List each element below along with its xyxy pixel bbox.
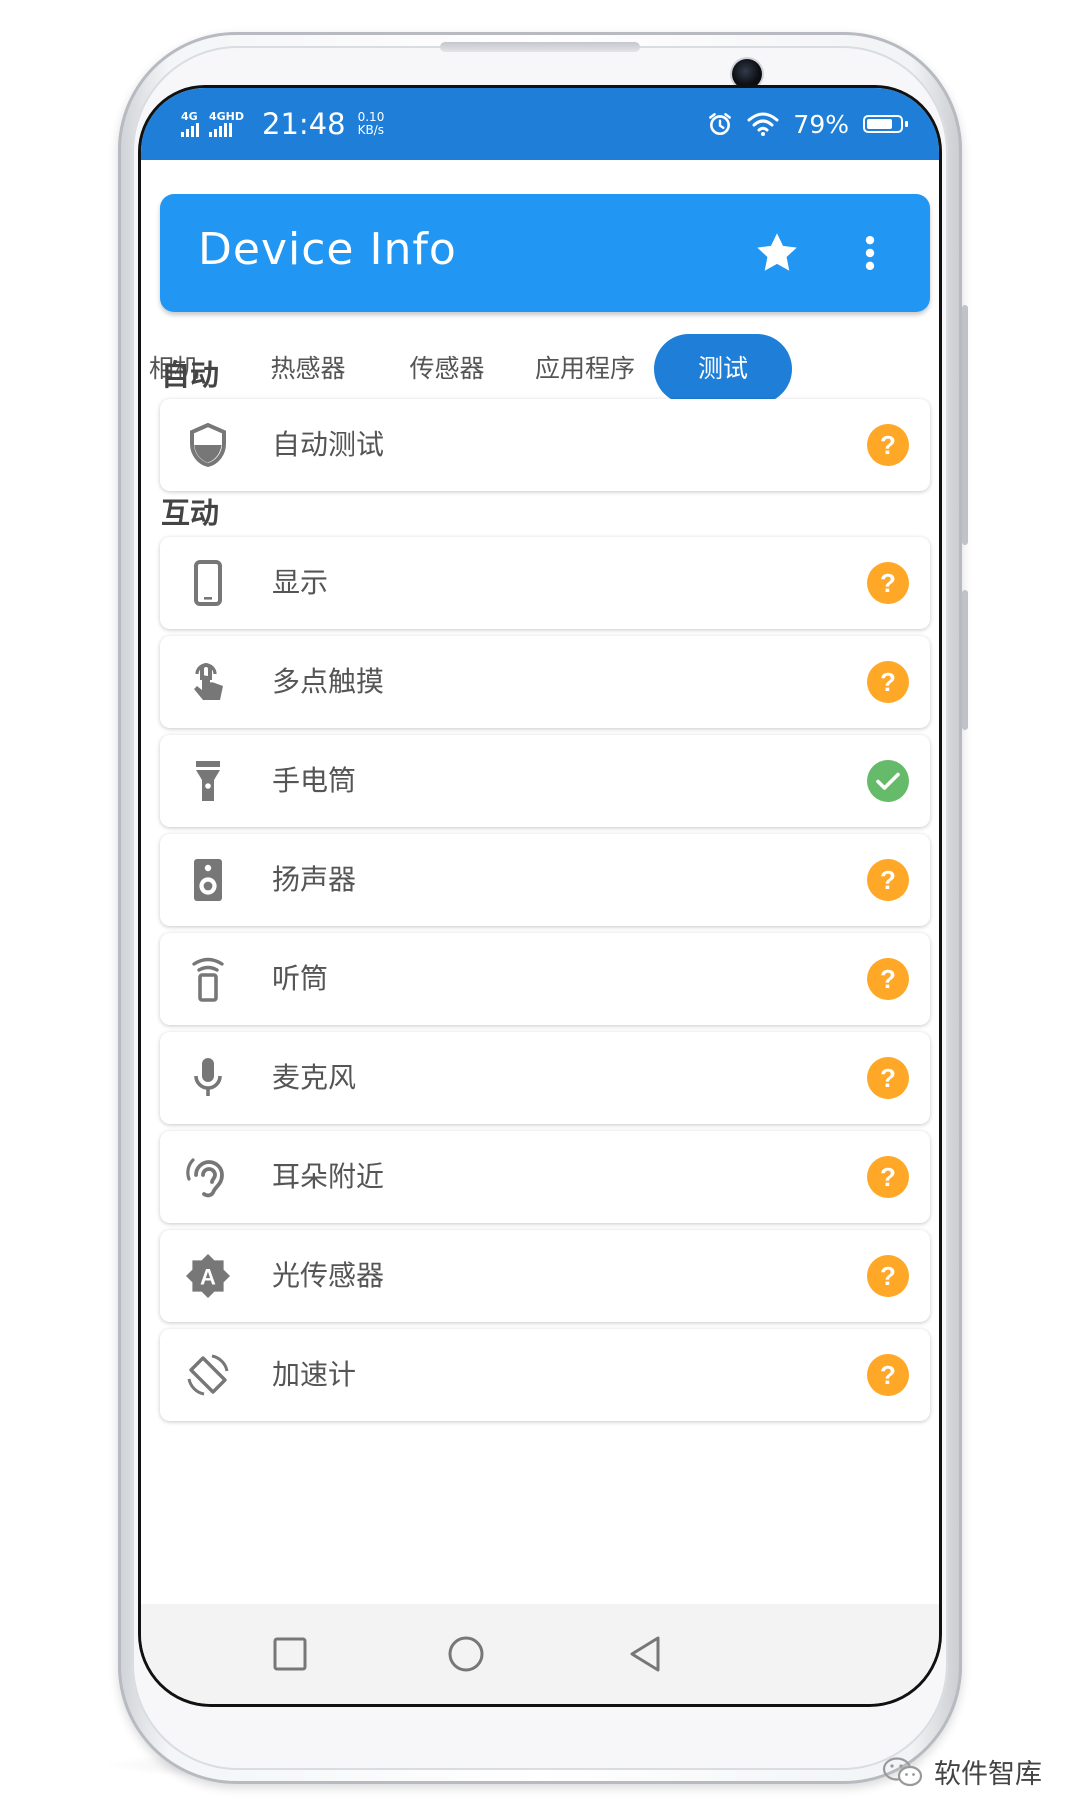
- screen-rotation-icon: [187, 1354, 229, 1396]
- sim1-label: 4G: [181, 110, 198, 123]
- status-bar: 4G 4GHD 21:48 0.10 KB/s 79%: [141, 88, 939, 160]
- svg-text:A: A: [200, 1264, 216, 1289]
- svg-text:?: ?: [880, 667, 896, 697]
- battery-percent: 79%: [793, 109, 849, 139]
- recents-square-icon[interactable]: [267, 1630, 315, 1678]
- test-item-microphone[interactable]: 麦克风 ?: [160, 1032, 930, 1124]
- tab-bar: 相机 热感器 传感器 应用程序 测试: [141, 334, 939, 404]
- test-item-accelerometer[interactable]: 加速计 ?: [160, 1329, 930, 1421]
- test-item-proximity[interactable]: 耳朵附近 ?: [160, 1131, 930, 1223]
- speaker-icon: [194, 859, 222, 901]
- help-circle-icon: ?: [867, 1156, 909, 1198]
- back-triangle-icon[interactable]: [622, 1630, 670, 1678]
- tab-sensors[interactable]: 传感器: [396, 334, 498, 404]
- help-circle-icon: ?: [867, 424, 909, 466]
- help-circle-icon: ?: [867, 859, 909, 901]
- test-item-auto-test[interactable]: 自动测试 ?: [160, 399, 930, 491]
- svg-text:?: ?: [880, 1063, 896, 1093]
- brightness-auto-icon: A: [186, 1254, 230, 1298]
- touch-icon: [194, 663, 223, 700]
- test-item-label: 耳朵附近: [272, 1160, 385, 1193]
- test-item-earpiece[interactable]: 听筒 ?: [160, 933, 930, 1025]
- test-item-label: 听筒: [272, 962, 329, 995]
- navigation-bar: [141, 1604, 939, 1704]
- watermark-text: 软件智库: [934, 1759, 1042, 1790]
- test-item-label: 自动测试: [272, 428, 385, 461]
- star-icon[interactable]: [752, 228, 802, 278]
- microphone-icon: [194, 1058, 222, 1096]
- app-title: Device Info: [198, 224, 457, 275]
- test-item-label: 显示: [272, 566, 329, 599]
- svg-text:?: ?: [880, 430, 896, 460]
- help-circle-icon: ?: [867, 958, 909, 1000]
- alarm-icon: [709, 113, 732, 136]
- sim2-signal: 4GHD: [209, 111, 244, 137]
- tab-apps[interactable]: 应用程序: [529, 334, 641, 404]
- test-item-label: 麦克风: [272, 1061, 357, 1094]
- help-circle-icon: ?: [867, 1354, 909, 1396]
- sim1-signal: 4G: [181, 111, 199, 137]
- wifi-icon: [747, 112, 779, 136]
- volume-button: [962, 305, 968, 545]
- signal-bars-icon: [181, 123, 199, 137]
- clock: 21:48: [262, 107, 346, 141]
- test-item-flashlight[interactable]: 手电筒: [160, 735, 930, 827]
- phone-icon: [194, 560, 222, 606]
- app-bar: Device Info: [160, 194, 930, 312]
- svg-text:?: ?: [880, 964, 896, 994]
- svg-text:?: ?: [880, 865, 896, 895]
- earpiece-grille: [440, 42, 640, 52]
- hearing-icon: [186, 1158, 224, 1198]
- battery-icon: [863, 115, 908, 133]
- help-circle-icon: ?: [867, 661, 909, 703]
- help-circle-icon: ?: [867, 562, 909, 604]
- test-item-label: 手电筒: [272, 764, 357, 797]
- home-circle-icon[interactable]: [442, 1630, 490, 1678]
- test-item-label: 扬声器: [272, 863, 357, 896]
- speed-unit: KB/s: [357, 123, 385, 137]
- tab-thermal[interactable]: 热感器: [257, 334, 359, 404]
- svg-text:?: ?: [880, 1162, 896, 1192]
- tab-test[interactable]: 测试: [654, 334, 792, 404]
- network-speed: 0.10 KB/s: [358, 111, 385, 137]
- svg-text:?: ?: [880, 1261, 896, 1291]
- sim2-label: 4GHD: [209, 110, 245, 123]
- help-circle-icon: ?: [867, 1057, 909, 1099]
- section-title-auto: 自动: [161, 358, 220, 392]
- check-circle-icon: [867, 760, 909, 802]
- more-vert-icon[interactable]: [848, 228, 892, 278]
- test-item-speaker[interactable]: 扬声器 ?: [160, 834, 930, 926]
- wechat-icon: [882, 1756, 923, 1786]
- test-item-display[interactable]: 显示 ?: [160, 537, 930, 629]
- help-circle-icon: ?: [867, 1255, 909, 1297]
- test-item-label: 光传感器: [272, 1259, 385, 1292]
- power-button: [962, 590, 968, 730]
- flashlight-icon: [196, 761, 220, 801]
- svg-text:?: ?: [880, 1360, 896, 1390]
- shield-icon: [190, 422, 226, 468]
- signal-bars-icon: [209, 123, 232, 137]
- test-item-label: 加速计: [272, 1358, 357, 1391]
- earpiece-icon: [192, 957, 224, 1002]
- front-camera: [732, 59, 762, 89]
- section-title-interactive: 互动: [161, 496, 220, 530]
- test-item-multitouch[interactable]: 多点触摸 ?: [160, 636, 930, 728]
- screen: 4G 4GHD 21:48 0.10 KB/s 79% Device Info: [141, 88, 939, 1704]
- svg-text:?: ?: [880, 568, 896, 598]
- test-item-light-sensor[interactable]: A 光传感器 ?: [160, 1230, 930, 1322]
- test-item-label: 多点触摸: [272, 665, 385, 698]
- watermark: 软件智库: [882, 1752, 1042, 1791]
